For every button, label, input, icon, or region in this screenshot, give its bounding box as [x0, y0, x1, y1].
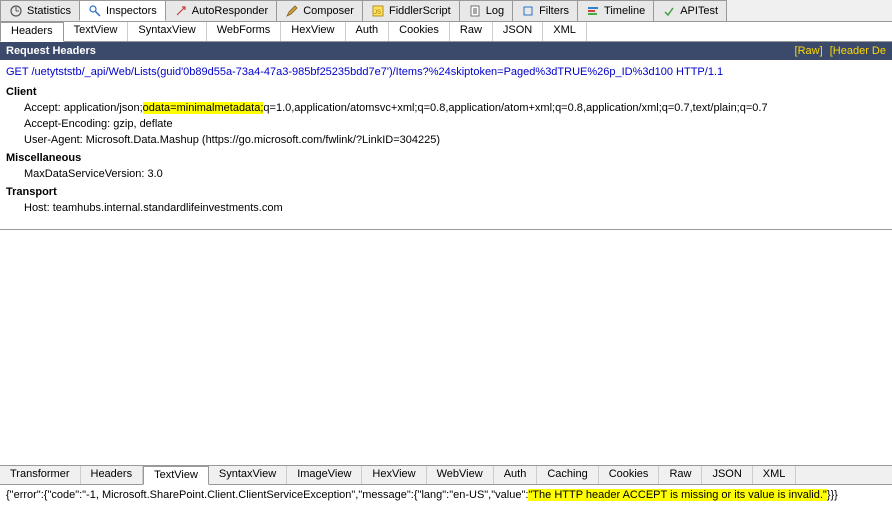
tab-statistics[interactable]: Statistics — [0, 0, 80, 21]
response-suffix: }}} — [827, 489, 838, 501]
request-headers-bar: Request Headers [Raw] [Header De — [0, 42, 892, 60]
raw-link[interactable]: [Raw] — [795, 45, 823, 57]
accept-suffix: q=1.0,application/atomsvc+xml;q=0.8,appl… — [263, 102, 767, 114]
resp-tab-cookies[interactable]: Cookies — [599, 466, 660, 484]
req-tab-auth[interactable]: Auth — [346, 22, 390, 41]
req-tab-webforms[interactable]: WebForms — [207, 22, 282, 41]
accept-prefix: Accept: application/json; — [24, 102, 143, 114]
tab-label: Inspectors — [106, 5, 157, 17]
section-transport: Transport — [6, 184, 886, 200]
response-highlight: "The HTTP header ACCEPT is missing or it… — [528, 489, 826, 501]
tab-label: Timeline — [604, 5, 645, 17]
resp-tab-webview[interactable]: WebView — [427, 466, 494, 484]
tab-inspectors[interactable]: Inspectors — [79, 0, 166, 21]
resp-tab-xml[interactable]: XML — [753, 466, 797, 484]
header-host: Host: teamhubs.internal.standardlifeinve… — [6, 200, 886, 216]
timeline-icon — [586, 4, 600, 18]
header-user-agent: User-Agent: Microsoft.Data.Mashup (https… — [6, 132, 886, 148]
header-accept-encoding: Accept-Encoding: gzip, deflate — [6, 116, 886, 132]
inspectors-icon — [88, 4, 102, 18]
header-maxdataserviceversion: MaxDataServiceVersion: 3.0 — [6, 166, 886, 182]
tab-label: APITest — [680, 5, 718, 17]
tab-label: FiddlerScript — [389, 5, 451, 17]
accept-highlight: odata=minimalmetadata; — [143, 102, 264, 114]
resp-tab-imageview[interactable]: ImageView — [287, 466, 362, 484]
header-accept: Accept: application/json;odata=minimalme… — [6, 100, 886, 116]
req-tab-xml[interactable]: XML — [543, 22, 587, 41]
request-sub-tabs: Headers TextView SyntaxView WebForms Hex… — [0, 22, 892, 42]
req-tab-syntaxview[interactable]: SyntaxView — [128, 22, 206, 41]
tab-apitest[interactable]: APITest — [653, 0, 727, 21]
fiddlerscript-icon: JS — [371, 4, 385, 18]
req-tab-cookies[interactable]: Cookies — [389, 22, 450, 41]
composer-icon — [285, 4, 299, 18]
log-icon — [468, 4, 482, 18]
header-definitions-link[interactable]: [Header De — [830, 45, 886, 57]
req-tab-headers[interactable]: Headers — [0, 22, 64, 42]
resp-tab-caching[interactable]: Caching — [537, 466, 598, 484]
tab-label: Filters — [539, 5, 569, 17]
request-headers-title: Request Headers — [6, 45, 96, 57]
tab-composer[interactable]: Composer — [276, 0, 363, 21]
resp-tab-raw[interactable]: Raw — [659, 466, 702, 484]
section-client: Client — [6, 84, 886, 100]
tab-log[interactable]: Log — [459, 0, 513, 21]
resp-tab-hexview[interactable]: HexView — [362, 466, 426, 484]
resp-tab-textview[interactable]: TextView — [143, 466, 209, 485]
section-misc: Miscellaneous — [6, 150, 886, 166]
tab-timeline[interactable]: Timeline — [577, 0, 654, 21]
tab-fiddlerscript[interactable]: JS FiddlerScript — [362, 0, 460, 21]
tab-label: Log — [486, 5, 504, 17]
statistics-icon — [9, 4, 23, 18]
tab-label: Composer — [303, 5, 354, 17]
req-tab-hexview[interactable]: HexView — [281, 22, 345, 41]
tab-label: AutoResponder — [192, 5, 268, 17]
req-tab-raw[interactable]: Raw — [450, 22, 493, 41]
svg-text:JS: JS — [374, 10, 381, 16]
req-tab-textview[interactable]: TextView — [64, 22, 129, 41]
filters-icon — [521, 4, 535, 18]
header-links: [Raw] [Header De — [791, 45, 886, 57]
autoresponder-icon — [174, 4, 188, 18]
resp-tab-headers[interactable]: Headers — [81, 466, 144, 484]
tab-filters[interactable]: Filters — [512, 0, 578, 21]
req-tab-json[interactable]: JSON — [493, 22, 543, 41]
splitter-space[interactable] — [0, 230, 892, 465]
request-line: GET /uetytststb/_api/Web/Lists(guid'0b89… — [6, 64, 886, 80]
resp-tab-transformer[interactable]: Transformer — [0, 466, 81, 484]
tab-label: Statistics — [27, 5, 71, 17]
response-sub-tabs: Transformer Headers TextView SyntaxView … — [0, 465, 892, 485]
response-textview[interactable]: {"error":{"code":"-1, Microsoft.SharePoi… — [0, 485, 892, 527]
tab-autoresponder[interactable]: AutoResponder — [165, 0, 277, 21]
resp-tab-syntaxview[interactable]: SyntaxView — [209, 466, 287, 484]
response-prefix: {"error":{"code":"-1, Microsoft.SharePoi… — [6, 489, 528, 501]
apitest-icon — [662, 4, 676, 18]
top-tab-bar: Statistics Inspectors AutoResponder Comp… — [0, 0, 892, 22]
resp-tab-auth[interactable]: Auth — [494, 466, 538, 484]
request-headers-content: GET /uetytststb/_api/Web/Lists(guid'0b89… — [0, 60, 892, 230]
resp-tab-json[interactable]: JSON — [702, 466, 752, 484]
